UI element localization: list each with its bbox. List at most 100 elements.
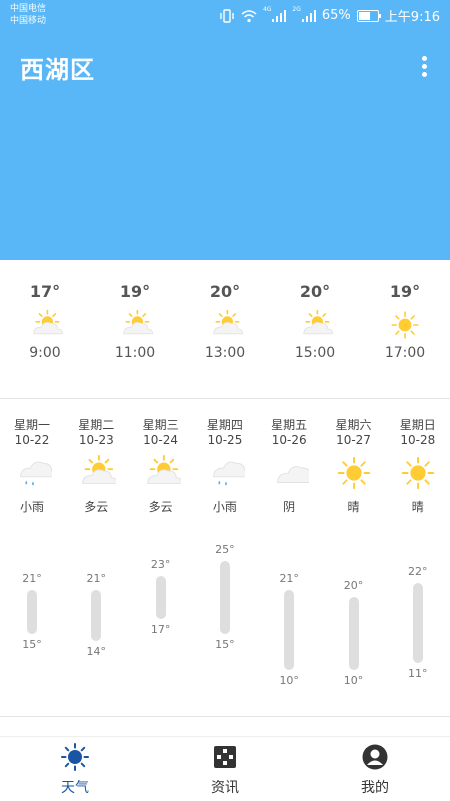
more-menu-icon[interactable] (422, 56, 428, 78)
daily-weekday: 星期六 (335, 418, 372, 432)
temp-range-bar (27, 590, 37, 634)
daily-low-temp: 10° (343, 674, 364, 687)
daily-weekday: 星期五 (271, 418, 308, 432)
carrier-info: 中国电信 中国移动 (10, 3, 46, 27)
temp-range-bar (284, 590, 295, 670)
hourly-time: 13:00 (204, 345, 246, 361)
battery-percent: 65% (321, 8, 351, 23)
daily-condition: 阴 (283, 500, 296, 514)
daily-condition: 多云 (84, 500, 109, 514)
sun-icon (334, 454, 374, 492)
daily-item: 星期日 10-28 晴 22° 11° (386, 418, 450, 708)
daily-condition: 小雨 (19, 500, 44, 514)
hourly-item: 19° 11:00 (90, 282, 180, 361)
signal-1-icon (272, 9, 287, 22)
daily-high-temp: 25° (215, 543, 235, 556)
clock: 上午9:16 (384, 10, 440, 25)
sun-icon (398, 454, 438, 492)
daily-date: 10-23 (78, 433, 114, 447)
hourly-time: 17:00 (384, 345, 426, 361)
hourly-time: 15:00 (294, 345, 336, 361)
daily-item: 星期五 10-26 阴 21° 10° (257, 418, 321, 708)
temp-range-bar (412, 582, 423, 663)
daily-weekday: 星期一 (13, 418, 50, 432)
hourly-time: 9:00 (29, 345, 61, 361)
daily-item: 星期一 10-22 小雨 21° 15° (0, 418, 64, 708)
hourly-temp: 17° (29, 282, 61, 301)
light-rain-icon (205, 454, 252, 492)
hourly-temp: 20° (299, 282, 331, 301)
daily-weekday: 星期日 (399, 418, 436, 432)
daily-condition: 晴 (411, 500, 424, 514)
hourly-item: 19° 17:00 (360, 282, 450, 361)
daily-high-temp: 23° (150, 557, 171, 571)
daily-item: 星期三 10-24 多云 23° 17° (129, 418, 193, 708)
nav-label: 天气 (61, 780, 89, 796)
battery-icon (356, 9, 381, 22)
partly-cloudy-icon (207, 309, 244, 341)
daily-date: 10-25 (207, 433, 243, 447)
daily-date: 10-24 (143, 433, 179, 447)
daily-weekday: 星期四 (206, 418, 243, 432)
wifi-icon (241, 9, 257, 22)
hourly-temp: 19° (119, 282, 151, 301)
divider (0, 716, 450, 717)
daily-low-temp: 15° (215, 637, 235, 651)
hourly-temp: 19° (389, 282, 421, 301)
hourly-temp: 20° (209, 282, 241, 301)
daily-weekday: 星期三 (142, 418, 179, 432)
daily-condition: 多云 (148, 500, 173, 514)
status-icons: 4G 2G 65% 上午9:16 (219, 6, 440, 25)
daily-low-temp: 14° (86, 644, 107, 658)
daily-date: 10-22 (14, 433, 50, 447)
daily-low-temp: 10° (279, 674, 299, 687)
partly-cloudy-icon (117, 309, 154, 341)
daily-item: 星期四 10-25 小雨 25° 15° (193, 418, 257, 708)
light-rain-icon (12, 454, 59, 492)
vibrate-icon (220, 8, 234, 23)
daily-item: 星期六 10-27 晴 20° 10° (322, 418, 386, 708)
hourly-item: 20° 13:00 (180, 282, 270, 361)
signal-2-icon (301, 9, 316, 22)
hourly-item: 17° 9:00 (0, 282, 90, 361)
daily-low-temp: 11° (408, 666, 428, 680)
daily-weekday: 星期二 (78, 418, 115, 432)
location-title: 西湖区 (20, 56, 95, 84)
overcast-icon (269, 454, 319, 492)
carrier-1: 中国电信 (10, 4, 47, 14)
profile-icon (361, 743, 389, 771)
network-type-1: 4G (262, 6, 272, 13)
hourly-forecast: 17° 9:00 19° 11:00 20° 13:00 20° 15:00 19° 1… (0, 282, 450, 382)
partly-cloudy-icon (297, 309, 334, 341)
nav-label: 资讯 (211, 780, 239, 796)
hourly-item: 20° 15:00 (270, 282, 360, 361)
news-icon (211, 743, 239, 771)
weather-header: 西湖区 (0, 0, 450, 260)
daily-high-temp: 20° (343, 579, 364, 593)
daily-low-temp: 15° (22, 637, 42, 651)
temp-range-bar (155, 575, 166, 620)
divider (0, 398, 450, 399)
nav-item-weather[interactable]: 天气 (0, 743, 150, 797)
daily-low-temp: 17° (150, 623, 171, 637)
nav-item-news[interactable]: 资讯 (150, 743, 300, 797)
nav-item-mine[interactable]: 我的 (300, 743, 450, 797)
daily-high-temp: 21° (86, 572, 107, 586)
partly-cloudy-icon (141, 454, 182, 492)
bottom-nav: 天气 资讯 我的 (0, 736, 450, 801)
daily-high-temp: 21° (22, 572, 42, 586)
nav-label: 我的 (361, 780, 389, 796)
daily-forecast: 星期一 10-22 小雨 21° 15° 星期二 10-23 多云 21° 14°… (0, 418, 450, 718)
daily-high-temp: 21° (279, 572, 299, 586)
status-bar: 中国电信 中国移动 4G 2G 65% 上午9:16 (0, 0, 450, 34)
daily-date: 10-27 (336, 433, 371, 447)
temp-range-bar (91, 590, 102, 641)
hourly-time: 11:00 (114, 345, 156, 361)
daily-date: 10-26 (271, 433, 307, 447)
sun-icon (387, 309, 423, 341)
network-type-2: 2G (292, 6, 301, 13)
partly-cloudy-icon (27, 309, 64, 341)
daily-high-temp: 22° (408, 564, 428, 578)
partly-cloudy-icon (76, 454, 118, 492)
temp-range-bar (219, 561, 230, 634)
